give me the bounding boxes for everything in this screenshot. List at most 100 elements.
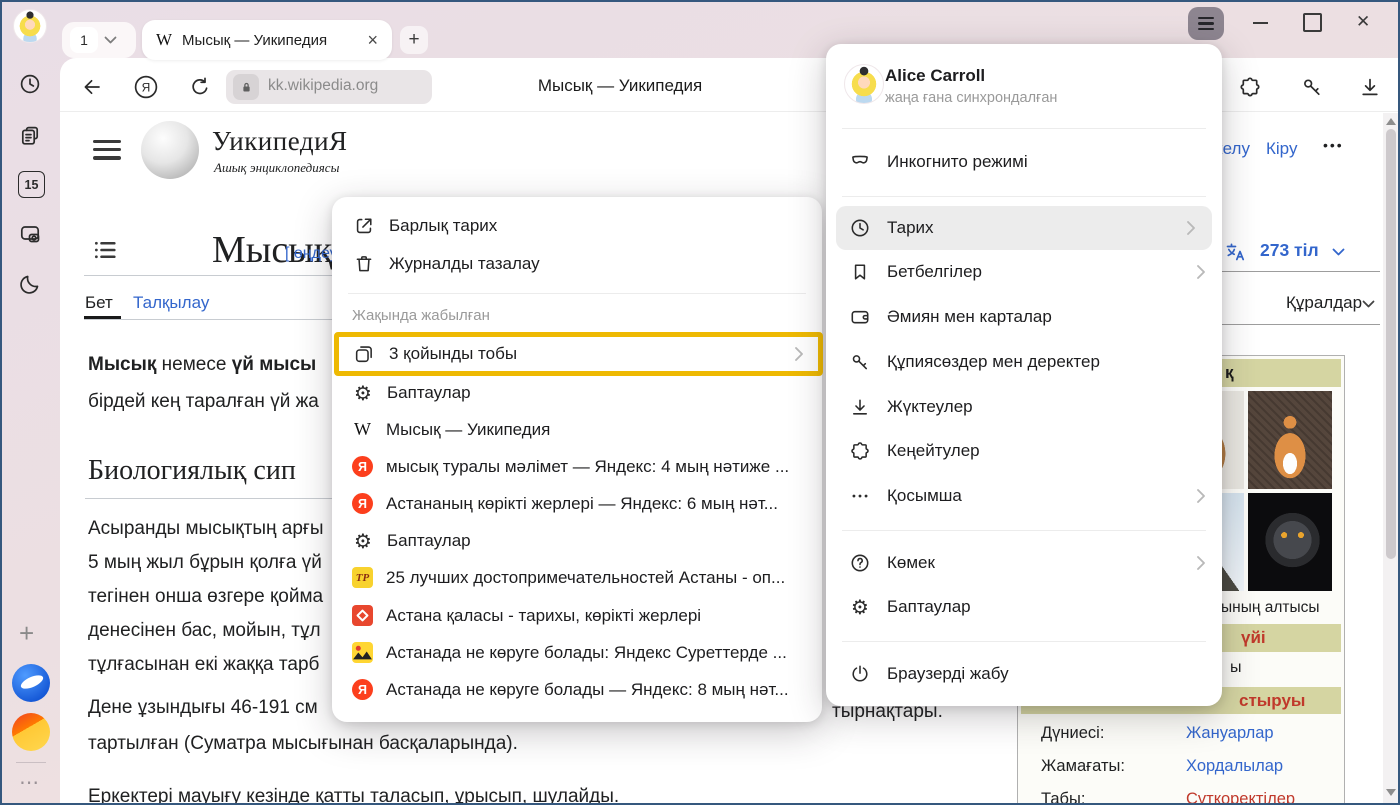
login-link[interactable]: Кіру: [1266, 139, 1297, 159]
browser-menu-button[interactable]: [1188, 7, 1224, 40]
tools-dropdown[interactable]: Құралдар: [1286, 293, 1362, 313]
menu-item-tab-group-highlighted[interactable]: 3 қойынды тобы: [334, 332, 823, 376]
cat-photo-orange-white[interactable]: [1248, 391, 1332, 489]
menu-item-label: Көмек: [887, 553, 935, 573]
menu-item-extensions[interactable]: Кеңейтулер: [826, 429, 1222, 473]
browser-window: 1 W Мысық — Уикипедия × + ✕ 15 + ⋯ Я kk.…: [0, 0, 1400, 805]
sidebar-calendar-icon[interactable]: 15: [18, 171, 45, 198]
yandex-browser-logo[interactable]: [12, 664, 50, 702]
tab-page-link[interactable]: Бет: [85, 293, 113, 313]
taxo-row: Дүниесі: Жануарлар: [1041, 724, 1104, 743]
taxo-value-link[interactable]: Жануарлар: [1186, 724, 1274, 743]
downloads-icon[interactable]: [1358, 75, 1382, 99]
history-item-yandex-search[interactable]: Я Астанада не көруге болады — Яндекс: 8 …: [332, 671, 822, 708]
passwords-icon[interactable]: [1300, 75, 1324, 99]
gear-icon: ⚙: [352, 531, 374, 551]
url-text: kk.wikipedia.org: [268, 77, 378, 95]
ellipsis-icon: [848, 485, 872, 507]
tab-talk-link[interactable]: Талқылау: [133, 293, 209, 313]
history-item-yandex-search[interactable]: Я мысық туралы мәлімет — Яндекс: 4 мың н…: [332, 448, 822, 485]
chevron-right-icon: [1196, 264, 1206, 285]
paragraph-3-line: тартылған (Суматра мысығынан басқаларынд…: [88, 733, 518, 755]
wikipedia-globe-logo[interactable]: [141, 121, 199, 179]
menu-item-incognito[interactable]: Инкогнито режимі: [826, 140, 1222, 184]
sidebar-notes-icon[interactable]: [18, 124, 42, 148]
yandex-favicon: Я: [352, 679, 373, 700]
profile-avatar-small[interactable]: [13, 9, 47, 43]
menu-item-downloads[interactable]: Жүктеулер: [826, 385, 1222, 429]
band-home-fragment: үйі: [1241, 628, 1266, 648]
history-item-label: Мысық — Уикипедия: [386, 420, 550, 440]
active-tab[interactable]: W Мысық — Уикипедия ×: [142, 20, 392, 60]
window-maximize-button[interactable]: [1303, 13, 1322, 32]
taxo-value-link[interactable]: Сүтқоректілер: [1186, 790, 1295, 805]
back-icon[interactable]: [80, 75, 104, 99]
cat-photo-gray[interactable]: [1248, 493, 1332, 591]
menu-item-settings[interactable]: ⚙ Баптаулар: [826, 585, 1222, 629]
scrollbar-down-arrow[interactable]: [1386, 789, 1396, 796]
wiki-site-title: УикипедиЯ: [212, 126, 348, 157]
menu-item-wallet[interactable]: Әмиян мен карталар: [826, 295, 1222, 339]
history-item-yandex-images[interactable]: Астанада не көруге болады: Яндекс Суретт…: [332, 634, 822, 671]
refresh-icon[interactable]: [188, 75, 212, 99]
page-title: Мысық — Уикипедия: [480, 76, 760, 96]
user-menu-dots[interactable]: •••: [1323, 137, 1344, 153]
tab-group-icon: [352, 343, 376, 365]
history-item-wikipedia[interactable]: W Мысық — Уикипедия: [332, 411, 822, 448]
menu-item-bookmarks[interactable]: Бетбелгілер: [826, 250, 1222, 294]
paragraph-2-line: денесінен бас, мойын, тұл: [88, 620, 321, 642]
tab-group-pill[interactable]: 1: [62, 22, 136, 58]
edit-link[interactable]: [ өңдеу: [285, 245, 338, 263]
history-item-label: Баптаулар: [387, 531, 471, 551]
sidebar-add-icon[interactable]: +: [19, 620, 34, 646]
menu-item-close-browser[interactable]: Браузерді жабу: [826, 652, 1222, 696]
language-count-link[interactable]: 273 тіл: [1260, 240, 1319, 261]
address-bar[interactable]: kk.wikipedia.org: [226, 70, 432, 104]
menu-item-clear-history[interactable]: Журналды тазалау: [332, 245, 822, 282]
menu-item-help[interactable]: Көмек: [826, 541, 1222, 585]
wiki-site-subtitle: Ашық энциклопедиясы: [214, 160, 339, 176]
extensions-icon[interactable]: [1238, 75, 1262, 99]
wiki-hamburger-icon[interactable]: [93, 140, 121, 160]
sidebar-history-icon[interactable]: [18, 72, 42, 96]
history-item-tripadvisor[interactable]: TP 25 лучших достопримечательностей Аста…: [332, 559, 822, 596]
tools-chevron-down-icon: [1362, 300, 1375, 309]
profile-avatar[interactable]: [844, 64, 884, 104]
language-icon[interactable]: [1224, 240, 1248, 269]
menu-item-more[interactable]: Қосымша: [826, 474, 1222, 518]
taxobox-mid-fragment: ы: [1230, 659, 1242, 677]
history-item-yandex-search[interactable]: Я Астананың көрікті жерлері — Яндекс: 6 …: [332, 485, 822, 522]
band-classification-fragment: стыруы: [1239, 691, 1305, 711]
history-item-label: Астананың көрікті жерлері — Яндекс: 6 мы…: [386, 494, 778, 514]
sidebar-more-icon[interactable]: ⋯: [19, 770, 40, 795]
lang-rule: [1222, 271, 1380, 272]
menu-divider: [842, 196, 1206, 197]
tab-close-icon[interactable]: ×: [367, 30, 378, 51]
taxo-value-link[interactable]: Хордалылар: [1186, 757, 1283, 776]
yandex-favicon: Я: [352, 493, 373, 514]
sidebar-screenshot-icon[interactable]: [18, 222, 42, 246]
tripadvisor-favicon: TP: [352, 567, 373, 588]
paragraph-1-line-2: бірдей кең таралған үй жа: [88, 391, 319, 413]
menu-item-label: 3 қойынды тобы: [389, 344, 517, 364]
yandex-mail-logo[interactable]: [12, 713, 50, 751]
power-icon: [848, 663, 872, 685]
scrollbar-up-arrow[interactable]: [1386, 118, 1396, 125]
scrollbar-thumb[interactable]: [1386, 129, 1396, 559]
sidebar-dark-mode-icon[interactable]: [18, 272, 42, 296]
yandex-search-icon[interactable]: Я: [134, 75, 158, 99]
history-item-astana-site[interactable]: Астана қаласы - тарихы, көрікті жерлері: [332, 597, 822, 634]
lock-icon[interactable]: [233, 74, 259, 100]
taxo-row: Жамағаты: Хордалылар: [1041, 757, 1125, 776]
bookmark-icon: [848, 261, 872, 283]
history-item-settings[interactable]: ⚙ Баптаулар: [332, 522, 822, 559]
window-close-button[interactable]: ✕: [1356, 12, 1370, 32]
menu-item-passwords[interactable]: Құпиясөздер мен деректер: [826, 340, 1222, 384]
menu-item-settings[interactable]: ⚙ Баптаулар: [332, 374, 822, 411]
contents-list-icon[interactable]: [91, 236, 119, 269]
menu-item-history-highlighted[interactable]: Тарих: [836, 206, 1212, 250]
window-minimize-button[interactable]: [1253, 22, 1268, 24]
new-tab-button[interactable]: +: [400, 26, 428, 54]
wallet-icon: [848, 306, 872, 328]
menu-item-all-history[interactable]: Барлық тарих: [332, 207, 822, 244]
